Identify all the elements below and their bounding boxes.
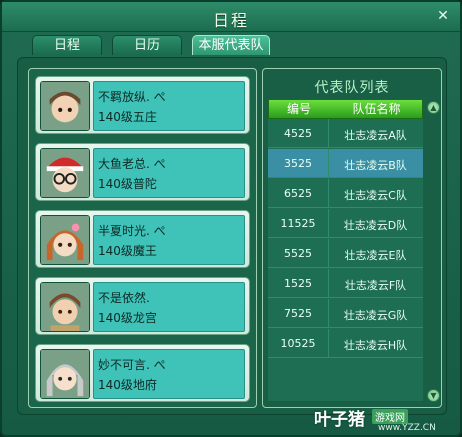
player-card[interactable]: 不是依然. 140级龙宫 (35, 277, 250, 335)
team-id: 11525 (280, 217, 316, 230)
watermark-main: 叶子猪 (314, 410, 365, 430)
watermark-badge: 游戏网 (372, 409, 408, 424)
player-card[interactable]: 不羁放纵. ぺ 140级五庄 (35, 76, 250, 134)
player-level: 140级龙宫 (98, 311, 157, 325)
title-bar[interactable]: 日程 ✕ (2, 2, 460, 32)
window-title: 日程 (212, 11, 249, 30)
team-id: 6525 (284, 187, 312, 200)
player-level: 140级普陀 (98, 177, 157, 191)
table-row[interactable]: 10525 壮志凌云H队 (268, 329, 423, 358)
tab-schedule[interactable]: 日程 (32, 35, 102, 55)
player-info: 不是依然. 140级龙宫 (93, 282, 245, 332)
team-id: 1525 (284, 277, 312, 290)
team-list-panel: 代表队列表 编号 队伍名称 4525 壮志凌云A队 3525 壮志凌云B队 6525… (262, 68, 442, 408)
team-name: 壮志凌云C队 (344, 189, 407, 202)
player-name: 不是依然. (98, 291, 150, 305)
team-name: 壮志凌云F队 (344, 279, 407, 292)
team-name: 壮志凌云G队 (343, 309, 408, 322)
team-name: 壮志凌云H队 (343, 339, 408, 352)
team-name: 壮志凌云E队 (344, 249, 407, 262)
tab-server-team[interactable]: 本服代表队 (192, 35, 270, 55)
player-level: 140级五庄 (98, 110, 157, 124)
table-row[interactable]: 5525 壮志凌云E队 (268, 239, 423, 268)
team-name: 壮志凌云A队 (344, 129, 407, 142)
table-row[interactable]: 1525 壮志凌云F队 (268, 269, 423, 298)
player-name: 半夏时光. ぺ (98, 224, 166, 238)
team-id: 5525 (284, 247, 312, 260)
player-avatar (40, 282, 90, 332)
table-row[interactable]: 11525 壮志凌云D队 (268, 209, 423, 238)
content-panel: 不羁放纵. ぺ 140级五庄 大鱼老总. ぺ 140级普陀 半夏时光. ぺ 14… (17, 57, 447, 415)
scroll-up-icon[interactable]: ▲ (427, 101, 440, 114)
tab-calendar[interactable]: 日历 (112, 35, 182, 55)
player-level: 140级地府 (98, 378, 157, 392)
player-level: 140级魔王 (98, 244, 157, 258)
close-icon[interactable]: ✕ (434, 7, 452, 25)
scroll-down-icon[interactable]: ▼ (427, 389, 440, 402)
player-avatar (40, 148, 90, 198)
team-table-body: 4525 壮志凌云A队 3525 壮志凌云B队 6525 壮志凌云C队 11525 壮志… (268, 119, 423, 401)
player-info: 大鱼老总. ぺ 140级普陀 (93, 148, 245, 198)
player-avatar (40, 81, 90, 131)
table-row[interactable]: 6525 壮志凌云C队 (268, 179, 423, 208)
table-row[interactable]: 7525 壮志凌云G队 (268, 299, 423, 328)
column-header-name: 队伍名称 (352, 102, 401, 116)
team-list-title: 代表队列表 (314, 80, 390, 96)
player-avatar (40, 349, 90, 399)
watermark-url: www.YZZ.CN (378, 423, 436, 433)
team-id: 10525 (280, 337, 316, 350)
watermark-logo: 叶子猪 游戏网 www.YZZ.CN (314, 405, 454, 433)
schedule-window: 日程 ✕ 日程 日历 本服代表队 不羁放纵. ぺ 140级五庄 大鱼老总. ぺ … (0, 0, 462, 437)
team-table-header: 编号 队伍名称 (268, 99, 423, 119)
player-avatar (40, 215, 90, 265)
player-card[interactable]: 大鱼老总. ぺ 140级普陀 (35, 143, 250, 201)
player-card[interactable]: 妙不可言. ぺ 140级地府 (35, 344, 250, 402)
team-id: 3525 (284, 157, 312, 170)
player-name: 大鱼老总. ぺ (98, 157, 166, 171)
table-row[interactable]: 3525 壮志凌云B队 (268, 149, 423, 178)
team-name: 壮志凌云D队 (343, 219, 408, 232)
team-id: 7525 (284, 307, 312, 320)
player-name: 妙不可言. ぺ (98, 358, 166, 372)
player-list: 不羁放纵. ぺ 140级五庄 大鱼老总. ぺ 140级普陀 半夏时光. ぺ 14… (28, 68, 257, 408)
player-name: 不羁放纵. ぺ (98, 90, 166, 104)
player-card[interactable]: 半夏时光. ぺ 140级魔王 (35, 210, 250, 268)
team-name: 壮志凌云B队 (344, 159, 407, 172)
table-row[interactable]: 4525 壮志凌云A队 (268, 119, 423, 148)
column-header-id: 编号 (286, 102, 311, 116)
player-info: 妙不可言. ぺ 140级地府 (93, 349, 245, 399)
team-id: 4525 (284, 127, 312, 140)
player-info: 半夏时光. ぺ 140级魔王 (93, 215, 245, 265)
player-info: 不羁放纵. ぺ 140级五庄 (93, 81, 245, 131)
